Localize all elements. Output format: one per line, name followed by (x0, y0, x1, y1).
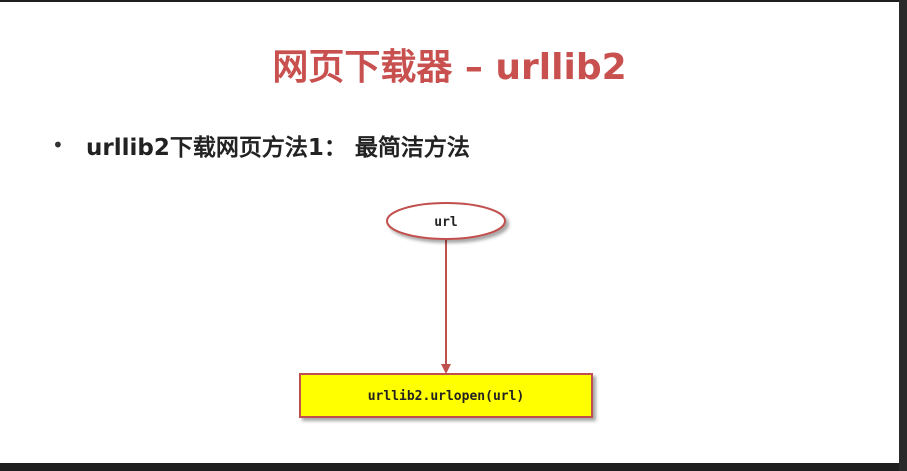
slide: 网页下载器 – urllib2 • urllib2下载网页方法1： 最简洁方法 … (0, 2, 899, 463)
url-node-label: url (434, 215, 457, 230)
urlopen-node-label: urllib2.urlopen(url) (368, 389, 525, 404)
urlopen-node: urllib2.urlopen(url) (299, 373, 593, 418)
slide-viewer: 网页下载器 – urllib2 • urllib2下载网页方法1： 最简洁方法 … (0, 0, 907, 471)
url-node: url (386, 202, 506, 240)
scrollbar[interactable] (899, 0, 907, 471)
flow-diagram: url urllib2.urlopen(url) (299, 202, 593, 418)
